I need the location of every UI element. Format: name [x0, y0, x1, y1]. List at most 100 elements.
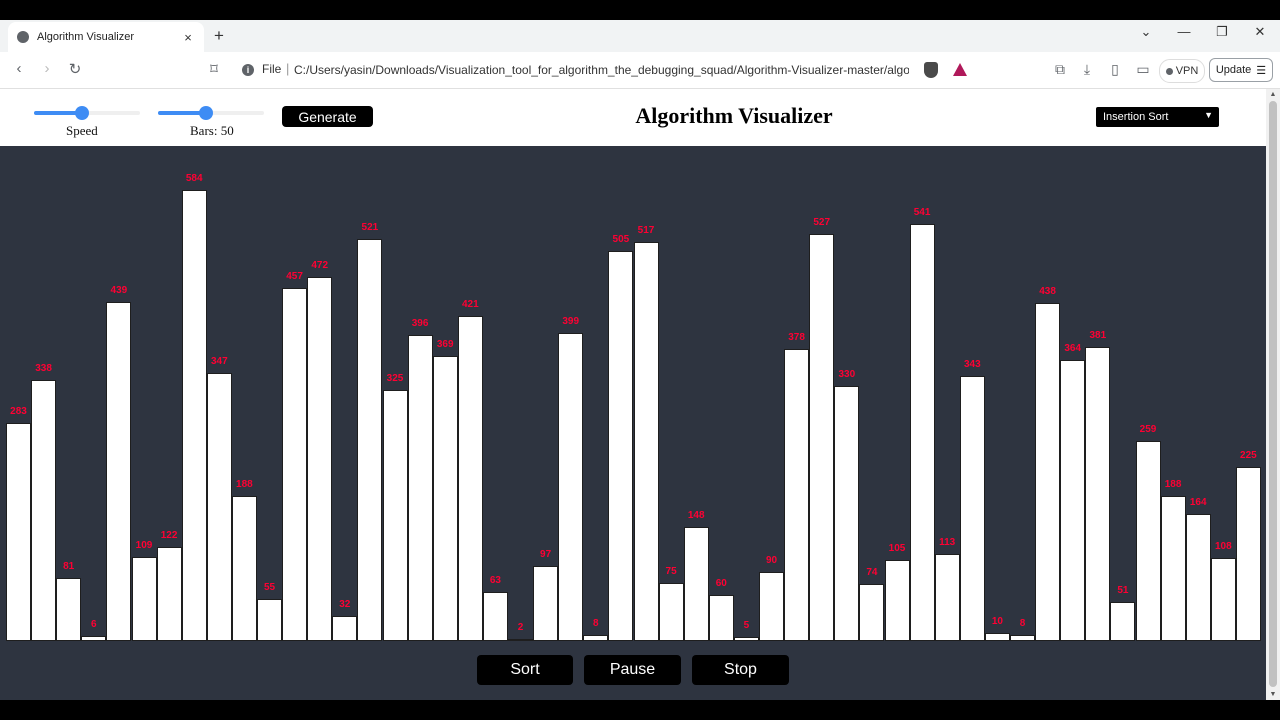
algorithm-select-value: Insertion Sort — [1103, 111, 1169, 123]
vpn-button[interactable]: VPN — [1159, 59, 1205, 83]
info-icon[interactable]: i — [242, 64, 254, 76]
bar-value-label: 108 — [1214, 540, 1232, 552]
bar — [131, 556, 157, 641]
bar-value-label: 399 — [562, 316, 580, 328]
pause-button[interactable]: Pause — [584, 655, 681, 685]
bars-slider[interactable] — [158, 106, 264, 120]
bar-value-label: 584 — [185, 173, 203, 185]
bar-value-label: 55 — [263, 581, 276, 593]
bar-value-label: 381 — [1089, 329, 1107, 341]
scroll-down-icon[interactable]: ▼ — [1266, 691, 1280, 698]
bar — [31, 380, 57, 641]
bar — [759, 571, 784, 641]
bar — [6, 422, 31, 641]
new-tab-icon[interactable]: + — [214, 26, 224, 46]
minimize-icon[interactable]: — — [1169, 24, 1199, 39]
bar-value-label: 8 — [593, 617, 599, 629]
extensions-icon[interactable]: ⧉ — [1050, 61, 1070, 78]
update-button[interactable]: Update ☰ — [1209, 58, 1273, 82]
restore-icon[interactable]: ❐ — [1207, 24, 1237, 40]
address-bar[interactable]: C:/Users/yasin/Downloads/Visualization_t… — [294, 63, 909, 77]
brave-shield-icon[interactable] — [924, 62, 938, 78]
visualization-canvas: Sort Pause Stop 283 338 81 6 439 109 122 584 347… — [0, 146, 1266, 700]
bar-value-label: 6 — [91, 619, 97, 631]
controls-header: Speed Bars: 50 Generate Algorithm Visual… — [0, 89, 1266, 146]
bar — [81, 636, 107, 641]
bar — [307, 276, 333, 641]
vpn-label: VPN — [1175, 65, 1199, 77]
bar-value-label: 343 — [963, 359, 981, 371]
scrollbar-thumb[interactable] — [1269, 101, 1277, 687]
bar-value-label: 378 — [788, 332, 805, 344]
bar — [508, 639, 533, 642]
bar-value-label: 396 — [411, 318, 429, 330]
update-label: Update — [1215, 64, 1252, 76]
browser-tab[interactable]: Algorithm Visualizer × — [8, 22, 204, 52]
screen-top-bar — [0, 0, 1280, 20]
bar — [1110, 601, 1136, 641]
generate-button[interactable]: Generate — [282, 106, 373, 127]
bar-value-label: 63 — [489, 575, 501, 587]
bar — [1210, 557, 1236, 641]
bar — [1085, 346, 1111, 641]
tab-search-icon[interactable]: ⌄ — [1131, 24, 1161, 40]
speed-slider[interactable] — [34, 106, 140, 120]
bar — [708, 594, 734, 641]
bar — [533, 566, 559, 641]
forward-icon[interactable]: › — [37, 60, 57, 77]
bar-value-label: 97 — [540, 549, 552, 561]
bar — [934, 553, 960, 641]
bar — [884, 559, 910, 641]
stop-button[interactable]: Stop — [692, 655, 789, 685]
back-icon[interactable]: ‹ — [9, 60, 29, 77]
brave-rewards-icon[interactable] — [953, 63, 967, 76]
bar-value-label: 148 — [687, 509, 705, 521]
speed-slider-knob[interactable] — [74, 106, 89, 120]
bar-value-label: 439 — [110, 285, 128, 297]
bar — [608, 251, 634, 641]
bar-value-label: 347 — [210, 356, 228, 368]
bar — [733, 637, 759, 641]
close-window-icon[interactable]: ✕ — [1245, 24, 1275, 40]
bar — [257, 598, 282, 641]
bar — [984, 633, 1010, 641]
bar — [1035, 303, 1061, 641]
bar — [809, 234, 835, 641]
bars-label: Bars: 50 — [190, 123, 234, 138]
bar-value-label: 517 — [637, 225, 655, 237]
bar-value-label: 60 — [715, 577, 727, 589]
bar-value-label: 51 — [1117, 584, 1129, 596]
bar-value-label: 521 — [361, 221, 379, 233]
bar — [282, 288, 308, 641]
wallet-icon[interactable]: ▭ — [1133, 61, 1153, 78]
bar-value-label: 325 — [386, 373, 404, 385]
globe-icon — [17, 31, 29, 43]
chevron-down-icon: ▼ — [1204, 110, 1213, 120]
bar — [683, 526, 709, 641]
vertical-scrollbar[interactable]: ▲ ▼ — [1266, 89, 1280, 700]
bar — [558, 333, 584, 641]
bar — [784, 349, 810, 641]
bar — [56, 578, 82, 641]
bar — [382, 390, 408, 641]
close-tab-icon[interactable]: × — [180, 30, 196, 45]
bar-value-label: 188 — [1164, 478, 1182, 490]
bar — [1010, 634, 1035, 641]
bar — [909, 223, 935, 641]
algorithm-select[interactable]: Insertion Sort ▼ — [1096, 107, 1219, 127]
download-icon[interactable]: ⤓ — [1077, 61, 1097, 78]
bar-value-label: 113 — [939, 536, 956, 548]
bar-value-label: 338 — [35, 363, 52, 375]
bar — [482, 592, 508, 641]
bar-value-label: 225 — [1240, 450, 1257, 462]
bar — [633, 242, 659, 641]
scroll-up-icon[interactable]: ▲ — [1266, 91, 1280, 98]
sort-button[interactable]: Sort — [477, 655, 573, 685]
bars-slider-knob[interactable] — [198, 106, 213, 120]
bar — [156, 546, 182, 641]
bar-value-label: 457 — [286, 271, 303, 283]
sidebar-icon[interactable]: ▯ — [1105, 61, 1125, 78]
reload-icon[interactable]: ↻ — [65, 60, 85, 78]
bookmark-icon[interactable]: ⌑ — [204, 60, 224, 78]
bar-value-label: 8 — [1019, 617, 1026, 629]
